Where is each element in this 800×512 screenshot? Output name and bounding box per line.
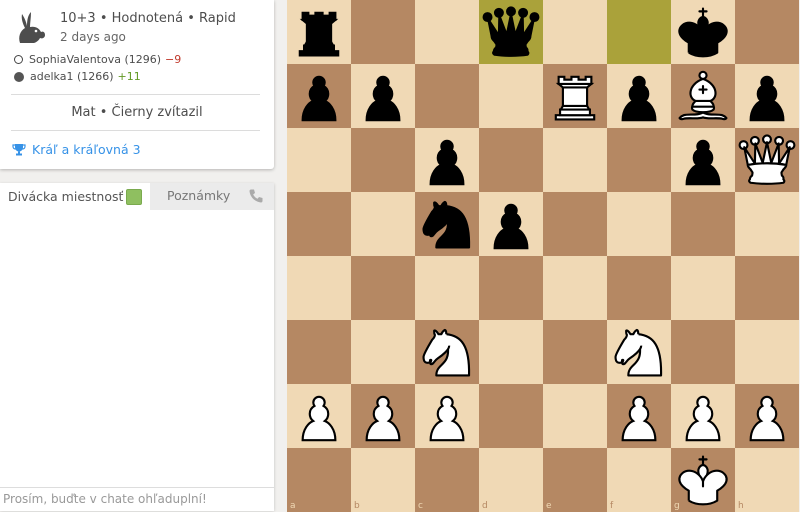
square-c8[interactable] — [415, 0, 479, 64]
square-g5[interactable] — [671, 192, 735, 256]
tab-spectator-room-label: Divácka miestnosť — [8, 189, 124, 204]
player-black[interactable]: adelka1 (1266) +11 — [14, 70, 141, 83]
chat-toggle-checkbox[interactable] — [126, 189, 142, 205]
player-black-name[interactable]: adelka1 (1266) — [30, 70, 114, 83]
left-panel: 10+3 • Hodnotená • Rapid 2 days ago Soph… — [0, 0, 287, 511]
square-c4[interactable] — [415, 256, 479, 320]
rank-label-1: 1 — [789, 451, 795, 461]
chat-tabs: Divácka miestnosť Poznámky — [0, 183, 274, 210]
chat-input[interactable]: Prosím, buďte v chate ohľaduplní! — [0, 487, 274, 511]
square-g3[interactable] — [671, 320, 735, 384]
rank-label-4: 4 — [789, 259, 795, 269]
square-d1[interactable] — [479, 448, 543, 512]
square-c1[interactable] — [415, 448, 479, 512]
square-a4[interactable] — [287, 256, 351, 320]
tournament-name[interactable]: Kráľ a kráľovná 3 — [32, 142, 141, 157]
square-e6[interactable] — [543, 128, 607, 192]
divider — [11, 130, 260, 131]
player-white-name[interactable]: SophiaValentova (1296) — [29, 53, 161, 66]
tournament-link[interactable]: Kráľ a kráľovná 3 — [12, 142, 141, 157]
black-color-icon — [14, 71, 24, 82]
tab-notes[interactable]: Poznámky — [150, 183, 274, 210]
rank-label-7: 7 — [789, 67, 795, 77]
chessboard-svg[interactable]: 87654321a b c d e f g h — [287, 0, 799, 512]
tab-notes-label: Poznámky — [167, 188, 231, 203]
square-b8[interactable] — [351, 0, 415, 64]
rank-label-3: 3 — [789, 323, 795, 333]
chat-input-placeholder: Prosím, buďte v chate ohľaduplní! — [3, 492, 207, 506]
player-black-rating-diff: +11 — [117, 70, 141, 83]
square-e3[interactable] — [543, 320, 607, 384]
square-c7[interactable] — [415, 64, 479, 128]
player-white[interactable]: SophiaValentova (1296) −9 — [14, 53, 181, 66]
square-d3[interactable] — [479, 320, 543, 384]
square-a3[interactable] — [287, 320, 351, 384]
square-b6[interactable] — [351, 128, 415, 192]
divider — [11, 94, 260, 95]
rapid-icon — [19, 12, 45, 43]
square-d6[interactable] — [479, 128, 543, 192]
square-a1[interactable] — [287, 448, 351, 512]
square-b5[interactable] — [351, 192, 415, 256]
rank-label-6: 6 — [789, 131, 795, 141]
game-date: 2 days ago — [60, 30, 126, 44]
chessboard[interactable]: 87654321abcdefgh — [287, 0, 799, 512]
square-e4[interactable] — [543, 256, 607, 320]
rank-label-5: 5 — [789, 195, 795, 205]
square-f6[interactable] — [607, 128, 671, 192]
square-b1[interactable] — [351, 448, 415, 512]
game-result: Mat • Čierny zvítazil — [71, 105, 203, 120]
game-title: 10+3 • Hodnotená • Rapid — [60, 11, 236, 26]
rank-label-8: 8 — [789, 3, 795, 13]
chat-panel: Divácka miestnosť Poznámky Prosím, buďte… — [0, 183, 274, 511]
square-b3[interactable] — [351, 320, 415, 384]
square-f5[interactable] — [607, 192, 671, 256]
trophy-icon — [12, 144, 26, 156]
square-f8[interactable] — [607, 0, 671, 64]
phone-icon[interactable] — [248, 188, 264, 204]
square-f4[interactable] — [607, 256, 671, 320]
white-color-icon — [14, 55, 23, 64]
player-white-rating-diff: −9 — [165, 53, 182, 66]
square-e8[interactable] — [543, 0, 607, 64]
square-b4[interactable] — [351, 256, 415, 320]
game-info-card: 10+3 • Hodnotená • Rapid 2 days ago Soph… — [0, 0, 274, 169]
square-d7[interactable] — [479, 64, 543, 128]
tab-spectator-room[interactable]: Divácka miestnosť — [0, 183, 150, 210]
rank-label-2: 2 — [789, 387, 795, 397]
square-e5[interactable] — [543, 192, 607, 256]
square-d2[interactable] — [479, 384, 543, 448]
square-f1[interactable] — [607, 448, 671, 512]
square-d4[interactable] — [479, 256, 543, 320]
square-a6[interactable] — [287, 128, 351, 192]
square-g4[interactable] — [671, 256, 735, 320]
square-e2[interactable] — [543, 384, 607, 448]
square-a5[interactable] — [287, 192, 351, 256]
square-e1[interactable] — [543, 448, 607, 512]
